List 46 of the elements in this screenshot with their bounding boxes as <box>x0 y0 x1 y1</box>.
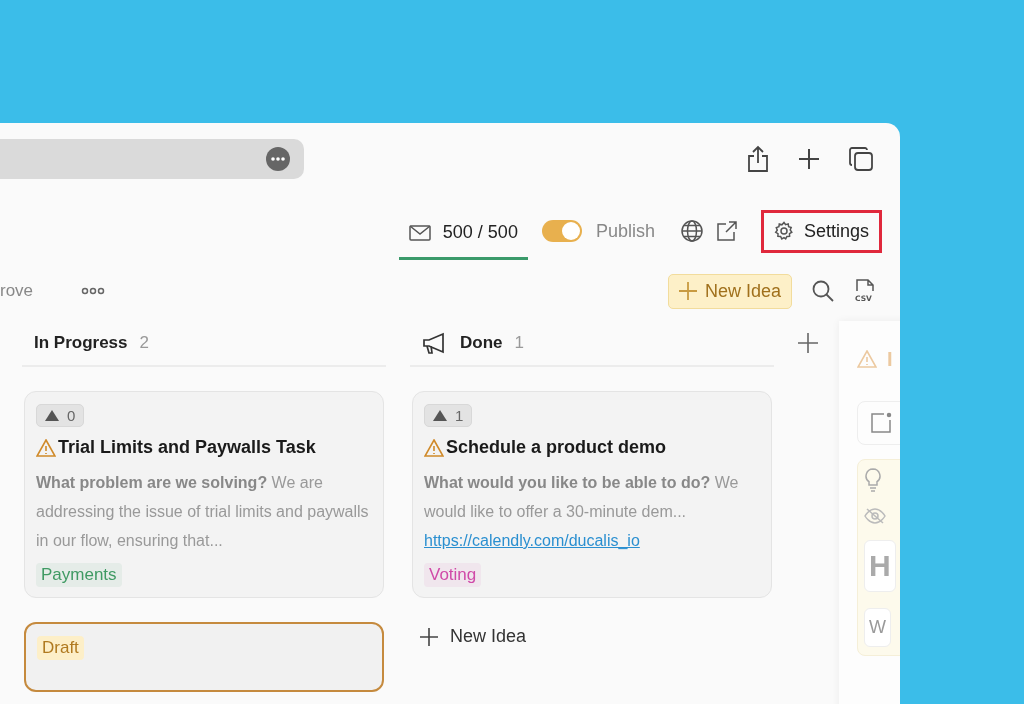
publish-toggle[interactable] <box>541 220 582 242</box>
warning-icon <box>424 438 444 457</box>
note-icon <box>870 412 892 434</box>
settings-icon <box>773 221 794 241</box>
copy-icon[interactable] <box>848 146 874 172</box>
column-title: In Progress <box>34 333 128 353</box>
column-title: Done <box>460 333 503 353</box>
quota-value: 500 / 500 <box>442 222 518 243</box>
warning-icon <box>857 350 877 368</box>
column-count: 1 <box>514 333 524 353</box>
publish-label: Publish <box>595 220 655 242</box>
idea-card[interactable]: 1 Schedule a product demo What would you like to be able to do? We would like to offer a 30-minute dem... https://calendly.com/ducalis_io Voting <box>412 391 772 598</box>
more-icon[interactable] <box>81 287 106 295</box>
vote-badge[interactable]: 1 <box>424 404 473 427</box>
plus-icon[interactable] <box>798 148 820 170</box>
plus-icon <box>420 627 438 646</box>
add-idea-button[interactable]: New Idea <box>420 626 527 647</box>
card-title: Schedule a product demo <box>446 437 667 458</box>
panel-text-field[interactable]: W <box>864 608 891 647</box>
card-description: What problem are we solving? We are addressing the issue of trial limits and paywalls in our flow, ensuring that... <box>36 473 370 551</box>
card-tag: Payments <box>36 563 122 587</box>
mail-icon <box>408 224 431 241</box>
warning-icon <box>36 438 56 457</box>
plus-icon <box>678 282 697 300</box>
add-column-icon[interactable] <box>798 333 818 353</box>
idea-card[interactable]: 0 Trial Limits and Paywalls Task What problem are we solving? We are addressing the issue of trial limits and paywalls in our flow, ensuring that... Payments <box>24 391 384 598</box>
quota-tab[interactable]: 500 / 500 <box>398 208 528 260</box>
more-icon[interactable] <box>266 147 290 171</box>
draft-card[interactable]: Draft <box>24 622 384 692</box>
vote-badge[interactable]: 0 <box>36 404 85 427</box>
external-link-icon[interactable] <box>716 221 737 241</box>
panel-title: I <box>887 347 893 371</box>
view-tab[interactable]: rove <box>0 281 34 301</box>
share-icon[interactable] <box>746 145 770 173</box>
draft-tag: Draft <box>37 636 84 660</box>
card-tag: Voting <box>424 563 482 587</box>
search-icon[interactable] <box>812 280 834 302</box>
new-idea-button[interactable]: New Idea <box>667 273 792 309</box>
card-description: What would you like to be able to do? We would like to offer a 30-minute dem... https://calendly.com/ducalis_io <box>424 473 740 551</box>
address-bar[interactable] <box>0 139 304 179</box>
lightbulb-icon <box>864 468 882 492</box>
globe-icon[interactable] <box>680 220 703 242</box>
column-count: 2 <box>139 333 149 353</box>
calendar-link[interactable]: https://calendly.com/ducalis_io <box>424 532 640 549</box>
settings-button[interactable]: Settings <box>760 209 882 253</box>
card-title: Trial Limits and Paywalls Task <box>58 437 316 458</box>
